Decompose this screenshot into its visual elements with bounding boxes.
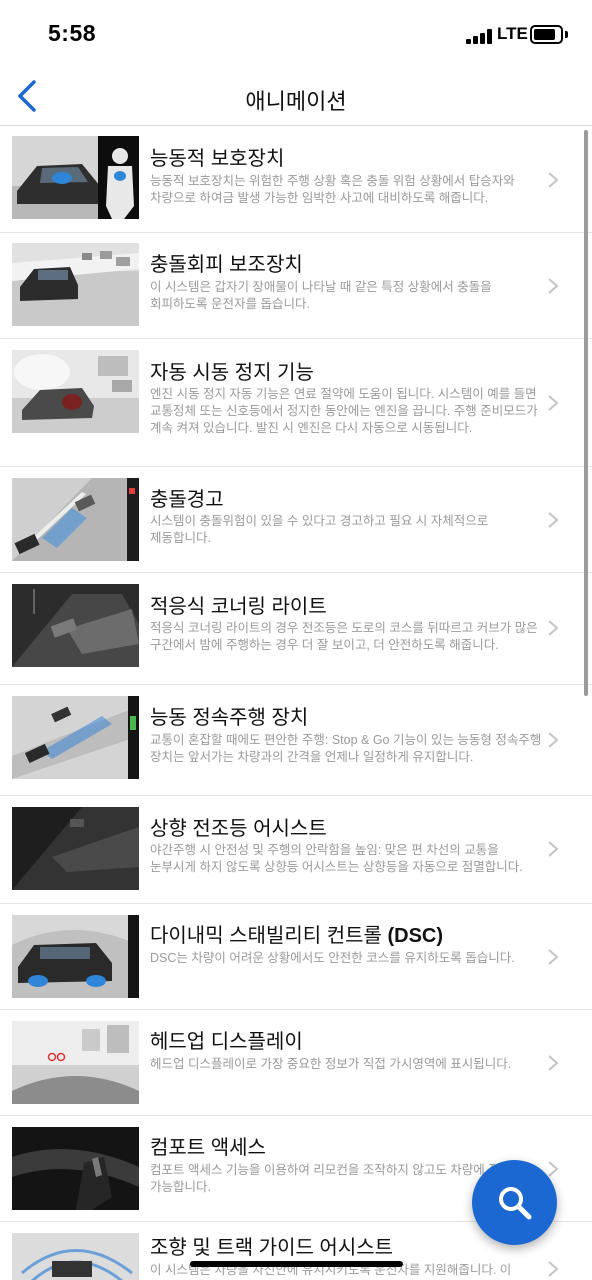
chevron-right-icon <box>548 841 559 857</box>
thumbnail-image <box>12 350 139 433</box>
battery-icon <box>530 25 563 44</box>
item-title: 충돌회피 보조장치 <box>150 254 303 276</box>
item-description: 적응식 코너링 라이트의 경우 전조등은 도로의 코스를 뒤따르고 커브가 많은… <box>150 621 538 652</box>
chevron-right-icon <box>548 278 559 294</box>
chevron-right-icon <box>548 1261 559 1277</box>
nav-bar: 애니메이션 <box>0 70 592 126</box>
chevron-right-icon <box>548 172 559 188</box>
item-description: 능동적 보호장치는 위험한 주행 상황 혹은 충돌 위험 상황에서 탑승자와 차… <box>150 174 515 205</box>
list-item[interactable]: 충돌경고 시스템이 충돌위험이 있을 수 있다고 경고하고 필요 시 자체적으로… <box>0 467 592 573</box>
list-item[interactable]: 능동적 보호장치 능동적 보호장치는 위험한 주행 상황 혹은 충돌 위험 상황… <box>0 127 592 233</box>
thumbnail-image <box>12 696 139 779</box>
item-description: 야간주행 시 안전성 및 주행의 안락함을 높임: 맞은 편 차선의 교통을 눈… <box>150 843 523 874</box>
item-title: 자동 시동 정지 기능 <box>150 362 314 384</box>
thumbnail-image <box>12 1021 139 1104</box>
item-title: 다이내믹 스태빌리티 컨트롤 (DSC) <box>150 919 443 948</box>
status-time: 5:58 <box>48 20 97 46</box>
item-title: 조향 및 트랙 가이드 어시스트 <box>150 1237 394 1259</box>
item-title: 적응식 코너링 라이트 <box>150 596 327 618</box>
chevron-right-icon <box>548 1055 559 1071</box>
list-item[interactable]: 다이내믹 스태빌리티 컨트롤 (DSC) DSC는 차량이 어려운 상황에서도 … <box>0 904 592 1010</box>
item-title: 능동 정속주행 장치 <box>150 707 309 729</box>
signal-icon <box>466 29 494 44</box>
list-item[interactable]: 적응식 코너링 라이트 적응식 코너링 라이트의 경우 전조등은 도로의 코스를… <box>0 573 592 685</box>
thumbnail-image <box>12 915 139 998</box>
item-title: 충돌경고 <box>150 489 224 511</box>
list-item[interactable]: 상향 전조등 어시스트 야간주행 시 안전성 및 주행의 안락함을 높임: 맞은… <box>0 796 592 904</box>
item-description: DSC는 차량이 어려운 상황에서도 안전한 코스를 유지하도록 돕습니다. <box>150 951 515 965</box>
list-item[interactable]: 충돌회피 보조장치 이 시스템은 갑자기 장애물이 나타날 때 같은 특정 상황… <box>0 233 592 339</box>
search-button[interactable] <box>472 1160 557 1245</box>
item-title: 헤드업 디스플레이 <box>150 1031 303 1053</box>
item-title: 컴포트 액세스 <box>150 1137 266 1159</box>
thumbnail-image <box>12 1127 139 1210</box>
list-item[interactable]: 능동 정속주행 장치 교통이 혼잡할 때에도 편안한 주행: Stop & Go… <box>0 685 592 796</box>
chevron-right-icon <box>548 512 559 528</box>
chevron-right-icon <box>548 949 559 965</box>
thumbnail-image <box>12 584 139 667</box>
network-label: LTE <box>497 24 528 43</box>
item-description: 이 시스템은 갑자기 장애물이 나타날 때 같은 특정 상황에서 충돌을 회피하… <box>150 280 492 311</box>
chevron-right-icon <box>548 395 559 411</box>
thumbnail-image <box>12 243 139 326</box>
animation-list: 능동적 보호장치 능동적 보호장치는 위험한 주행 상황 혹은 충돌 위험 상황… <box>0 127 592 1280</box>
chevron-right-icon <box>548 620 559 636</box>
item-title: 능동적 보호장치 <box>150 148 285 170</box>
chevron-right-icon <box>548 1161 559 1177</box>
home-indicator <box>190 1261 403 1267</box>
item-description: 엔진 시동 정지 자동 기능은 연료 절약에 도움이 됩니다. 시스템이 예를 … <box>150 387 538 435</box>
item-title-suffix: (DSC) <box>387 925 444 947</box>
chevron-right-icon <box>548 732 559 748</box>
thumbnail-image <box>12 807 139 890</box>
list-item[interactable]: 헤드업 디스플레이 헤드업 디스플레이로 가장 중요한 정보가 직접 가시영역에… <box>0 1010 592 1116</box>
thumbnail-image <box>12 478 139 561</box>
item-description: 시스템이 충돌위험이 있을 수 있다고 경고하고 필요 시 자체적으로 제동합니… <box>150 514 489 545</box>
scrollbar[interactable] <box>584 130 588 696</box>
search-icon <box>499 1187 532 1220</box>
item-title: 상향 전조등 어시스트 <box>150 818 327 840</box>
item-description: 교통이 혼잡할 때에도 편안한 주행: Stop & Go 기능이 있는 능동형… <box>150 733 542 764</box>
list-item[interactable]: 자동 시동 정지 기능 엔진 시동 정지 자동 기능은 연료 절약에 도움이 됩… <box>0 339 592 467</box>
thumbnail-image <box>12 1233 139 1280</box>
item-description: 헤드업 디스플레이로 가장 중요한 정보가 직접 가시영역에 표시됩니다. <box>150 1057 512 1071</box>
page-title: 애니메이션 <box>245 89 347 114</box>
status-bar: 5:58 LTE <box>0 0 592 70</box>
thumbnail-image <box>12 136 139 219</box>
item-title-text: 다이내믹 스태빌리티 컨트롤 <box>150 925 382 947</box>
